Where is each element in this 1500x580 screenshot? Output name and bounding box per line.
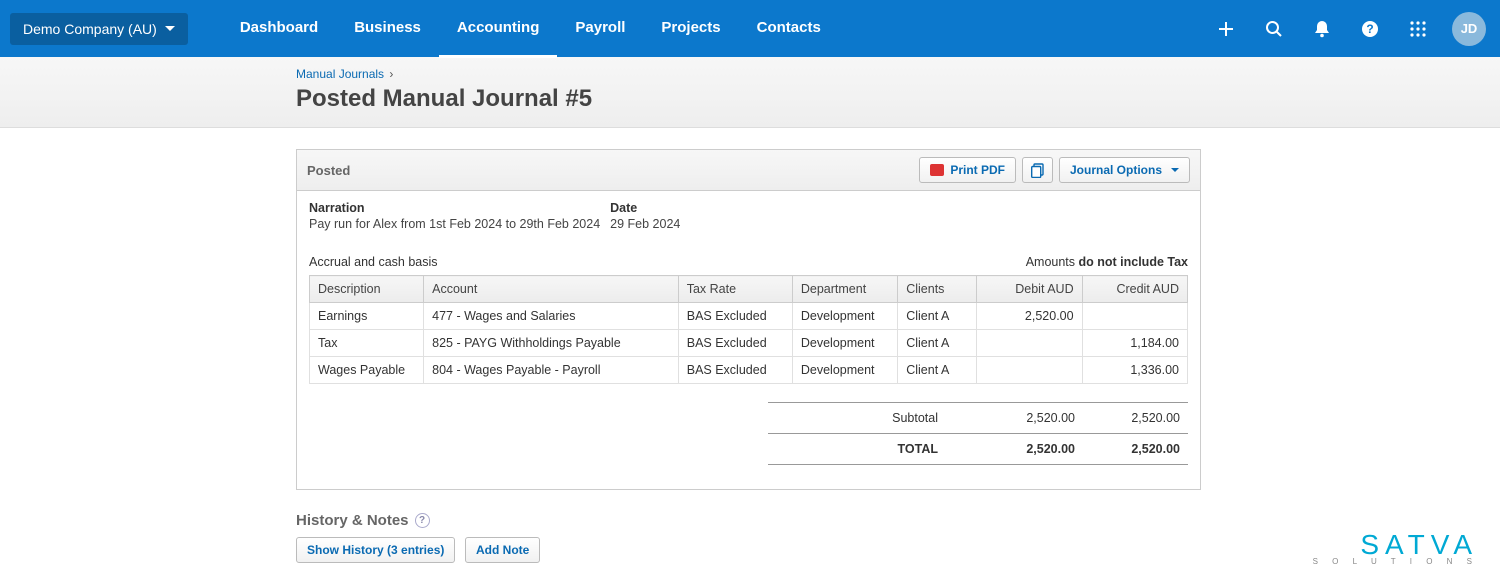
print-pdf-label: Print PDF xyxy=(950,163,1005,177)
cell-debit xyxy=(977,357,1082,384)
cell-description: Tax xyxy=(310,330,424,357)
add-note-label: Add Note xyxy=(476,543,529,557)
cell-credit: 1,336.00 xyxy=(1082,357,1187,384)
history-title: History & Notes ? xyxy=(296,512,1201,529)
subtotal-label: Subtotal xyxy=(778,411,978,425)
journal-panel: Posted Print PDF Journal Options Narrati… xyxy=(296,149,1201,490)
cell-account: 477 - Wages and Salaries xyxy=(424,303,679,330)
cell-description: Wages Payable xyxy=(310,357,424,384)
org-selector[interactable]: Demo Company (AU) xyxy=(10,13,188,45)
page-title: Posted Manual Journal #5 xyxy=(296,85,1201,113)
avatar[interactable]: JD xyxy=(1452,12,1486,46)
cell-credit: 1,184.00 xyxy=(1082,330,1187,357)
date-value: 29 Feb 2024 xyxy=(610,217,680,231)
top-nav: Demo Company (AU) DashboardBusinessAccou… xyxy=(0,0,1500,57)
apps-icon[interactable] xyxy=(1398,9,1438,49)
cell-clients: Client A xyxy=(898,330,977,357)
table-row: Tax825 - PAYG Withholdings PayableBAS Ex… xyxy=(310,330,1188,357)
amounts-prefix: Amounts xyxy=(1026,255,1079,269)
footer-tagline: S O L U T I O N S xyxy=(1313,557,1478,566)
nav-item-projects[interactable]: Projects xyxy=(643,0,738,58)
journal-options-button[interactable]: Journal Options xyxy=(1059,157,1190,183)
bell-icon[interactable] xyxy=(1302,9,1342,49)
nav-item-accounting[interactable]: Accounting xyxy=(439,0,558,58)
copy-button[interactable] xyxy=(1022,157,1053,183)
col-department: Department xyxy=(792,276,897,303)
cell-account: 825 - PAYG Withholdings Payable xyxy=(424,330,679,357)
nav-item-business[interactable]: Business xyxy=(336,0,439,58)
org-name: Demo Company (AU) xyxy=(23,21,157,37)
status-label: Posted xyxy=(307,163,350,178)
date-block: Date 29 Feb 2024 xyxy=(610,201,680,231)
table-header-row: Description Account Tax Rate Department … xyxy=(310,276,1188,303)
cell-credit xyxy=(1082,303,1187,330)
subtotal-row: Subtotal 2,520.00 2,520.00 xyxy=(309,403,1188,433)
footer-logo: SATVA S O L U T I O N S xyxy=(1313,529,1478,566)
totals: Subtotal 2,520.00 2,520.00 TOTAL 2,520.0… xyxy=(309,402,1188,465)
total-row: TOTAL 2,520.00 2,520.00 xyxy=(309,434,1188,464)
search-icon[interactable] xyxy=(1254,9,1294,49)
breadcrumb: Manual Journals › xyxy=(296,67,1201,81)
subtotal-debit: 2,520.00 xyxy=(978,411,1083,425)
col-clients: Clients xyxy=(898,276,977,303)
col-debit: Debit AUD xyxy=(977,276,1082,303)
table-row: Wages Payable804 - Wages Payable - Payro… xyxy=(310,357,1188,384)
cell-department: Development xyxy=(792,330,897,357)
history-title-text: History & Notes xyxy=(296,512,409,529)
total-credit: 2,520.00 xyxy=(1083,442,1188,456)
cell-debit xyxy=(977,330,1082,357)
journal-table: Description Account Tax Rate Department … xyxy=(309,275,1188,384)
total-debit: 2,520.00 xyxy=(978,442,1083,456)
cell-tax_rate: BAS Excluded xyxy=(678,330,792,357)
print-pdf-button[interactable]: Print PDF xyxy=(919,157,1016,183)
narration-block: Narration Pay run for Alex from 1st Feb … xyxy=(309,201,600,231)
show-history-button[interactable]: Show History (3 entries) xyxy=(296,537,455,563)
breadcrumb-sep: › xyxy=(386,67,393,81)
nav-items: DashboardBusinessAccountingPayrollProjec… xyxy=(222,0,839,58)
cell-clients: Client A xyxy=(898,357,977,384)
add-icon[interactable] xyxy=(1206,9,1246,49)
nav-item-dashboard[interactable]: Dashboard xyxy=(222,0,336,58)
total-label: TOTAL xyxy=(778,442,978,456)
history-section: History & Notes ? Show History (3 entrie… xyxy=(296,512,1201,563)
basis-text: Accrual and cash basis xyxy=(309,255,1026,269)
show-history-label: Show History (3 entries) xyxy=(307,543,444,557)
cell-description: Earnings xyxy=(310,303,424,330)
date-label: Date xyxy=(610,201,680,215)
narration-label: Narration xyxy=(309,201,600,215)
panel-header: Posted Print PDF Journal Options xyxy=(297,150,1200,191)
cell-department: Development xyxy=(792,303,897,330)
breadcrumb-parent[interactable]: Manual Journals xyxy=(296,67,384,81)
amounts-bold: do not include Tax xyxy=(1079,255,1189,269)
nav-item-contacts[interactable]: Contacts xyxy=(739,0,839,58)
copy-icon xyxy=(1031,163,1044,178)
help-icon[interactable]: ? xyxy=(1350,9,1390,49)
col-description: Description xyxy=(310,276,424,303)
narration-value: Pay run for Alex from 1st Feb 2024 to 29… xyxy=(309,217,600,231)
add-note-button[interactable]: Add Note xyxy=(465,537,540,563)
col-credit: Credit AUD xyxy=(1082,276,1187,303)
cell-account: 804 - Wages Payable - Payroll xyxy=(424,357,679,384)
journal-options-label: Journal Options xyxy=(1070,163,1162,177)
meta-row: Narration Pay run for Alex from 1st Feb … xyxy=(309,201,1188,231)
cell-department: Development xyxy=(792,357,897,384)
nav-item-payroll[interactable]: Payroll xyxy=(557,0,643,58)
sub-header: Manual Journals › Posted Manual Journal … xyxy=(0,57,1500,128)
chevron-down-icon xyxy=(165,26,175,31)
cell-debit: 2,520.00 xyxy=(977,303,1082,330)
pdf-icon xyxy=(930,164,944,176)
basis-row: Accrual and cash basis Amounts do not in… xyxy=(309,255,1188,269)
cell-clients: Client A xyxy=(898,303,977,330)
help-icon[interactable]: ? xyxy=(415,513,430,528)
tax-note: Amounts do not include Tax xyxy=(1026,255,1188,269)
col-account: Account xyxy=(424,276,679,303)
col-taxrate: Tax Rate xyxy=(678,276,792,303)
subtotal-credit: 2,520.00 xyxy=(1083,411,1188,425)
table-row: Earnings477 - Wages and SalariesBAS Excl… xyxy=(310,303,1188,330)
chevron-down-icon xyxy=(1171,168,1179,172)
cell-tax_rate: BAS Excluded xyxy=(678,357,792,384)
svg-text:?: ? xyxy=(1366,22,1373,36)
cell-tax_rate: BAS Excluded xyxy=(678,303,792,330)
